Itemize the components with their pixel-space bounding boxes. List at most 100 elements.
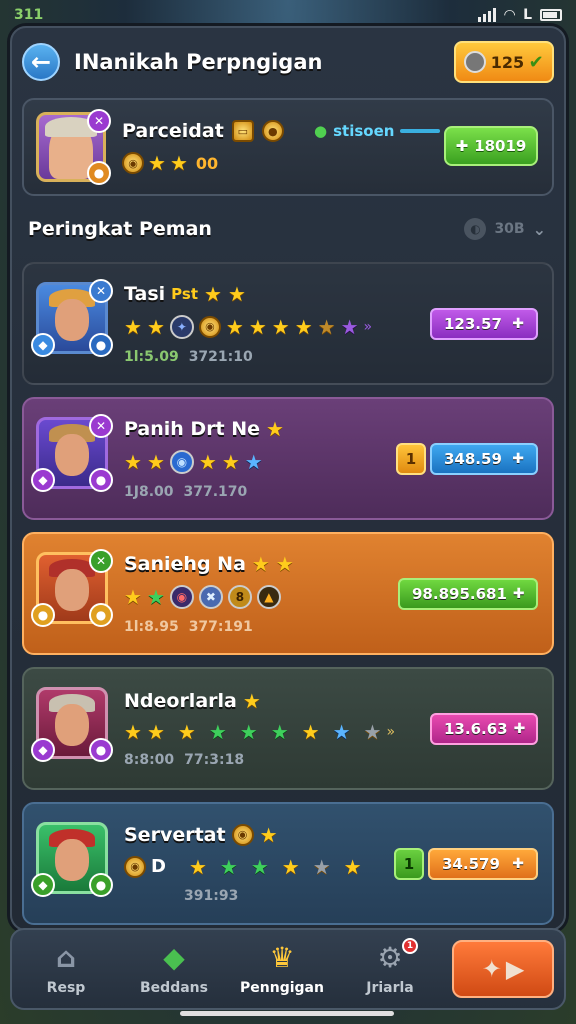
main-panel: ← INanikah Perpngigan 125 ✔ ✕ ● Parceida…: [10, 26, 566, 931]
ranking-score-button[interactable]: 123.57 ✚: [430, 308, 538, 340]
notification-badge: 1: [402, 938, 418, 954]
nav-label: Resp: [46, 980, 86, 996]
ranking-meta: 1l:5.09 3721:10: [124, 349, 372, 365]
warning-icon: ▲: [256, 584, 281, 609]
star-icon: ★: [244, 449, 263, 474]
star-icon: ★: [204, 281, 222, 306]
ranking-meta-2: 377:191: [188, 618, 253, 635]
ranking-name: Tasi: [124, 282, 166, 305]
star-icon: ★: [259, 822, 278, 847]
avatar-face: [55, 838, 89, 881]
section-filter[interactable]: ◐ 30B ⌄: [464, 218, 546, 240]
chest-icon: ▭: [231, 120, 254, 142]
ranking-score: 348.59: [444, 450, 502, 468]
star-icon: ★: [343, 854, 362, 879]
player-info: Parceidat ▭ ● ◉ ★ ★ 00: [122, 120, 284, 174]
nav-item-beddans[interactable]: ◆ Beddans: [120, 941, 228, 997]
ranking-meta-2: 391:93: [184, 887, 239, 904]
ranking-info: Servertat ◉ ★ ◉ D ★ ★ ★ ★ ★ ★ 391:93: [124, 822, 362, 904]
star-icon: ★: [271, 314, 290, 339]
gem-icon: ◆: [31, 872, 55, 897]
star-icon: ★: [188, 854, 207, 879]
ranking-avatar: ✕ ● ●: [31, 548, 113, 627]
section-title: Peringkat Peman: [28, 218, 212, 240]
star-icon: ★: [225, 314, 244, 339]
back-button[interactable]: ←: [22, 43, 60, 81]
shield-icon: ●: [89, 872, 113, 897]
ranking-meta: 1l:8.95 377:191: [124, 619, 294, 635]
ranking-name: Panih Drt Ne: [124, 417, 261, 440]
star-icon: ★: [301, 719, 320, 744]
ranking-name: Saniehg Na: [124, 552, 246, 575]
play-button[interactable]: ✦ ▶: [452, 940, 554, 998]
ranking-meta: 1J8.00 377.170: [124, 484, 284, 500]
player-button-value: 18019: [474, 137, 527, 155]
status-text: stisoen: [333, 122, 395, 140]
star-icon: ★: [239, 719, 258, 744]
nav-label: Beddans: [140, 980, 208, 996]
cube-icon: ◆: [163, 941, 185, 974]
filter-value: 30B: [494, 221, 525, 237]
ranking-list: ✕ ◆ ● Tasi Pst ★ ★ ★ ★ ✦ ◉ ★ ★ ★ ★ ★ ★ »…: [12, 262, 564, 925]
player-status: ● stisoen: [314, 122, 441, 140]
ranking-meta-2: 3721:10: [188, 348, 253, 365]
star-icon: ★: [124, 584, 142, 609]
ranking-score-button[interactable]: 13.6.63 ✚: [430, 713, 538, 745]
chevron-down-icon: ⌄: [532, 219, 546, 239]
header: ← INanikah Perpngigan 125 ✔: [12, 28, 564, 96]
ranking-row[interactable]: ✕ ◆ ● Tasi Pst ★ ★ ★ ★ ✦ ◉ ★ ★ ★ ★ ★ ★ »…: [22, 262, 554, 385]
avatar-face: [55, 703, 89, 746]
status-left-text: 311: [14, 7, 44, 23]
ranking-row[interactable]: ◆ ● Servertat ◉ ★ ◉ D ★ ★ ★ ★ ★ ★ 391:93…: [22, 802, 554, 925]
ranking-row[interactable]: ✕ ● ● Saniehg Na ★ ★ ★ ★ ◉ ✖ 8 ▲ 1l:8.95…: [22, 532, 554, 655]
pin-icon: ✦: [481, 955, 502, 983]
letter-icon: D: [151, 856, 166, 877]
leaf-icon: ✕: [89, 548, 113, 573]
ranking-avatar: ✕ ◆ ●: [31, 413, 113, 492]
shield-icon: ●: [89, 332, 113, 357]
gem-icon: ◆: [31, 332, 55, 357]
star-icon: ★: [169, 151, 188, 175]
nav-item-resp[interactable]: ⌂ Resp: [12, 942, 120, 997]
coin-icon: ◉: [231, 823, 254, 846]
sword-icon: ✕: [89, 278, 113, 303]
nav-label: Penngigan: [240, 980, 324, 996]
player-stars: ◉ ★ ★ 00: [122, 152, 284, 174]
sword-icon: ✕: [87, 109, 111, 133]
nav-item-jriarla[interactable]: ⚙ 1 Jriarla: [336, 938, 444, 996]
ranking-row[interactable]: ◆ ● Ndeorlarla ★ ★ ★ ★ ★ ★ ★ ★ ★ ★ » 8:8…: [22, 667, 554, 790]
star-icon: ★: [312, 854, 331, 879]
avatar-icon: [464, 51, 487, 73]
star-icon: ★: [251, 551, 270, 576]
sparkle-icon: ✖: [198, 584, 223, 609]
coin-icon: ◉: [198, 315, 221, 338]
ranking-avatar: ✕ ◆ ●: [31, 278, 113, 357]
player-card[interactable]: ✕ ● Parceidat ▭ ● ◉ ★ ★ 00 ● stisoen ✚ 1…: [22, 98, 554, 196]
section-header: Peringkat Peman ◐ 30B ⌄: [12, 196, 564, 262]
star-icon: ★: [250, 854, 269, 879]
coin-icon: ●: [31, 602, 55, 627]
currency-value: 125: [490, 52, 525, 72]
star-icon: ★: [317, 314, 336, 339]
ranking-stars: ★ ★ ✦ ◉ ★ ★ ★ ★ ★ ★ »: [124, 314, 372, 339]
star-icon: ★: [270, 719, 289, 744]
ranking-score: 13.6.63: [444, 720, 508, 738]
battery-icon: [540, 9, 562, 21]
ranking-tag: Pst: [171, 284, 198, 303]
plus-icon: ✚: [512, 586, 525, 602]
home-indicator: [180, 1011, 394, 1016]
player-value-button[interactable]: ✚ 18019: [444, 126, 538, 166]
ranking-row[interactable]: ✕ ◆ ● Panih Drt Ne ★ ★ ★ ◉ ★ ★ ★ 1J8.00 …: [22, 397, 554, 520]
player-name: Parceidat: [122, 120, 224, 142]
player-avatar[interactable]: ✕ ●: [36, 109, 111, 185]
ranking-score-button[interactable]: 34.579 ✚: [428, 848, 538, 880]
ranking-score-button[interactable]: 348.59 ✚: [430, 443, 538, 475]
nav-item-penngigan[interactable]: ♛ Penngigan: [228, 942, 336, 997]
currency-button[interactable]: 125 ✔: [454, 41, 554, 83]
rank-chip: 1: [396, 443, 426, 475]
ranking-score-button[interactable]: 98.895.681 ✚: [398, 578, 538, 610]
star-icon: ★: [248, 314, 267, 339]
star-icon: ★: [124, 449, 142, 474]
nav-label: Jriarla: [366, 980, 414, 996]
gem-icon: ◆: [31, 737, 55, 762]
